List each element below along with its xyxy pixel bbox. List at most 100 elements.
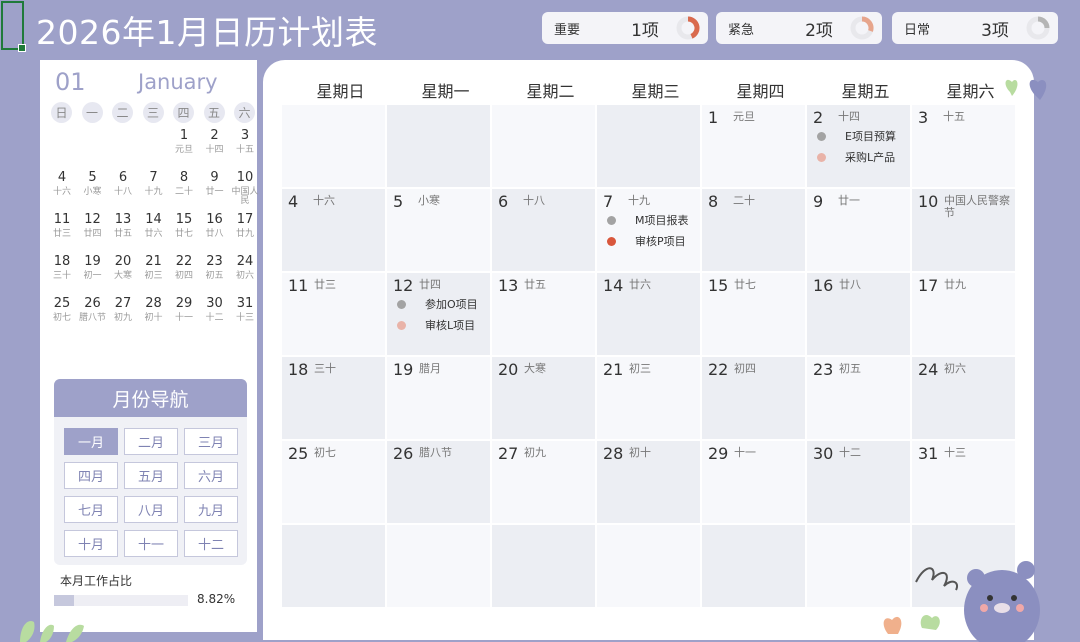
- mini-weekday: 六: [234, 102, 255, 123]
- month-button[interactable]: 四月: [64, 462, 118, 489]
- mini-day-cell: 24 初六: [230, 255, 260, 281]
- calendar-day-cell[interactable]: 15 廿七: [702, 273, 805, 355]
- mini-day-number: 26: [84, 296, 101, 311]
- calendar-day-cell[interactable]: 4 十六: [282, 189, 385, 271]
- calendar-day-cell[interactable]: [387, 105, 490, 187]
- event-item[interactable]: 审核L项目: [387, 316, 490, 334]
- calendar-day-cell[interactable]: 22 初四: [702, 357, 805, 439]
- mini-lunar-label: 廿三: [52, 229, 71, 239]
- weekday-header: 星期三: [631, 82, 680, 101]
- calendar-day-cell[interactable]: 14 廿六: [597, 273, 700, 355]
- weekday-header: 星期二: [526, 82, 575, 101]
- calendar-day-cell[interactable]: [597, 525, 700, 607]
- calendar-day-cell[interactable]: 7 十九 M项目报表 审核P项目: [597, 189, 700, 271]
- calendar-day-cell[interactable]: 6 十八: [492, 189, 595, 271]
- mini-day-cell: 31 十三: [230, 297, 260, 323]
- calendar-day-cell[interactable]: 23 初五: [807, 357, 910, 439]
- calendar-day-cell[interactable]: 8 二十: [702, 189, 805, 271]
- day-number: 13: [498, 276, 519, 295]
- mini-day-number: 11: [53, 212, 71, 227]
- calendar-day-cell[interactable]: 11 廿三: [282, 273, 385, 355]
- lunar-label: 十六: [313, 194, 335, 207]
- calendar-day-cell[interactable]: 9 廿一: [807, 189, 910, 271]
- calendar-day-cell[interactable]: 13 廿五: [492, 273, 595, 355]
- day-number: 22: [708, 360, 729, 379]
- calendar-day-cell[interactable]: 21 初三: [597, 357, 700, 439]
- calendar-day-cell[interactable]: 20 大寒: [492, 357, 595, 439]
- lunar-label: 初四: [734, 362, 756, 375]
- calendar-day-cell[interactable]: 26 腊八节: [387, 441, 490, 523]
- mini-weekday: 一: [81, 102, 103, 123]
- event-item[interactable]: 采购L产品: [807, 148, 910, 166]
- mini-lunar-label: 廿一: [205, 187, 224, 197]
- calendar-day-cell[interactable]: 30 十二: [807, 441, 910, 523]
- calendar-day-cell[interactable]: 28 初十: [597, 441, 700, 523]
- mini-day-cell: 22 初四: [169, 255, 199, 281]
- month-button[interactable]: 十二: [184, 530, 238, 557]
- event-item[interactable]: 审核P项目: [597, 232, 700, 250]
- day-number: 17: [918, 276, 939, 295]
- calendar-day-cell[interactable]: 12 廿四 参加O项目 审核L项目: [387, 273, 490, 355]
- day-number: 27: [498, 444, 519, 463]
- calendar-day-cell[interactable]: [282, 525, 385, 607]
- mini-day-number: 15: [175, 212, 193, 227]
- mini-lunar-label: 初六: [235, 271, 254, 281]
- mini-weekday: 三: [142, 102, 164, 123]
- month-button[interactable]: 九月: [184, 496, 238, 523]
- day-number: 24: [918, 360, 939, 379]
- month-button[interactable]: 五月: [124, 462, 178, 489]
- calendar-day-cell[interactable]: 1 元旦: [702, 105, 805, 187]
- month-button[interactable]: 七月: [64, 496, 118, 523]
- calendar-day-cell[interactable]: [492, 105, 595, 187]
- mini-day-cell: [139, 129, 169, 133]
- mini-weekday: 二: [112, 102, 133, 123]
- mini-day-cell: 19 初一: [78, 255, 108, 281]
- day-number: 7: [603, 192, 614, 211]
- calendar-day-cell[interactable]: 24 初六: [912, 357, 1015, 439]
- calendar-day-cell[interactable]: 10 中国人民警察节: [912, 189, 1015, 271]
- calendar-day-cell[interactable]: 18 三十: [282, 357, 385, 439]
- stat-daily: 日常 3项: [892, 12, 1058, 44]
- calendar-day-cell[interactable]: [597, 105, 700, 187]
- mini-day-number: 27: [114, 296, 132, 311]
- calendar-day-cell[interactable]: 17 廿九: [912, 273, 1015, 355]
- mini-day-cell: 6 十八: [108, 171, 138, 197]
- selected-cell-indicator[interactable]: [1, 1, 26, 52]
- month-button[interactable]: 六月: [184, 462, 238, 489]
- mini-day-number: 6: [118, 170, 128, 185]
- mini-lunar-label: 十二: [205, 313, 224, 323]
- mini-lunar-label: 初四: [174, 271, 193, 281]
- mini-day-cell: 14 廿六: [139, 213, 169, 239]
- event-item[interactable]: E项目预算: [807, 127, 910, 145]
- calendar-day-cell[interactable]: 27 初九: [492, 441, 595, 523]
- mini-day-cell: 1 元旦: [169, 129, 199, 155]
- calendar-day-cell[interactable]: 29 十一: [702, 441, 805, 523]
- mini-day-number: 18: [53, 254, 71, 269]
- month-button[interactable]: 十月: [64, 530, 118, 557]
- event-item[interactable]: M项目报表: [597, 211, 700, 229]
- month-button[interactable]: 二月: [124, 428, 178, 455]
- month-button[interactable]: 三月: [184, 428, 238, 455]
- calendar-day-cell[interactable]: [387, 525, 490, 607]
- donut-icon: [676, 16, 700, 40]
- mini-day-number: 13: [114, 212, 132, 227]
- calendar-day-cell[interactable]: [492, 525, 595, 607]
- calendar-day-cell[interactable]: 25 初七: [282, 441, 385, 523]
- bear-decoration: [883, 561, 1040, 642]
- calendar-day-cell[interactable]: 19 腊月: [387, 357, 490, 439]
- mini-day-number: 2: [210, 128, 219, 143]
- mini-day-cell: 17 廿九: [230, 213, 260, 239]
- calendar-day-cell[interactable]: 16 廿八: [807, 273, 910, 355]
- calendar-day-cell[interactable]: 5 小寒: [387, 189, 490, 271]
- calendar-day-cell[interactable]: 31 十三: [912, 441, 1015, 523]
- calendar-day-cell[interactable]: 3 十五: [912, 105, 1015, 187]
- calendar-day-cell[interactable]: [702, 525, 805, 607]
- stat-important: 重要 1项: [542, 12, 708, 44]
- month-button[interactable]: 八月: [124, 496, 178, 523]
- event-item[interactable]: 参加O项目: [387, 295, 490, 313]
- month-button[interactable]: 十一: [124, 530, 178, 557]
- calendar-day-cell[interactable]: 2 十四 E项目预算 采购L产品: [807, 105, 910, 187]
- month-button[interactable]: 一月: [64, 428, 118, 455]
- day-number: 16: [813, 276, 834, 295]
- calendar-day-cell[interactable]: [282, 105, 385, 187]
